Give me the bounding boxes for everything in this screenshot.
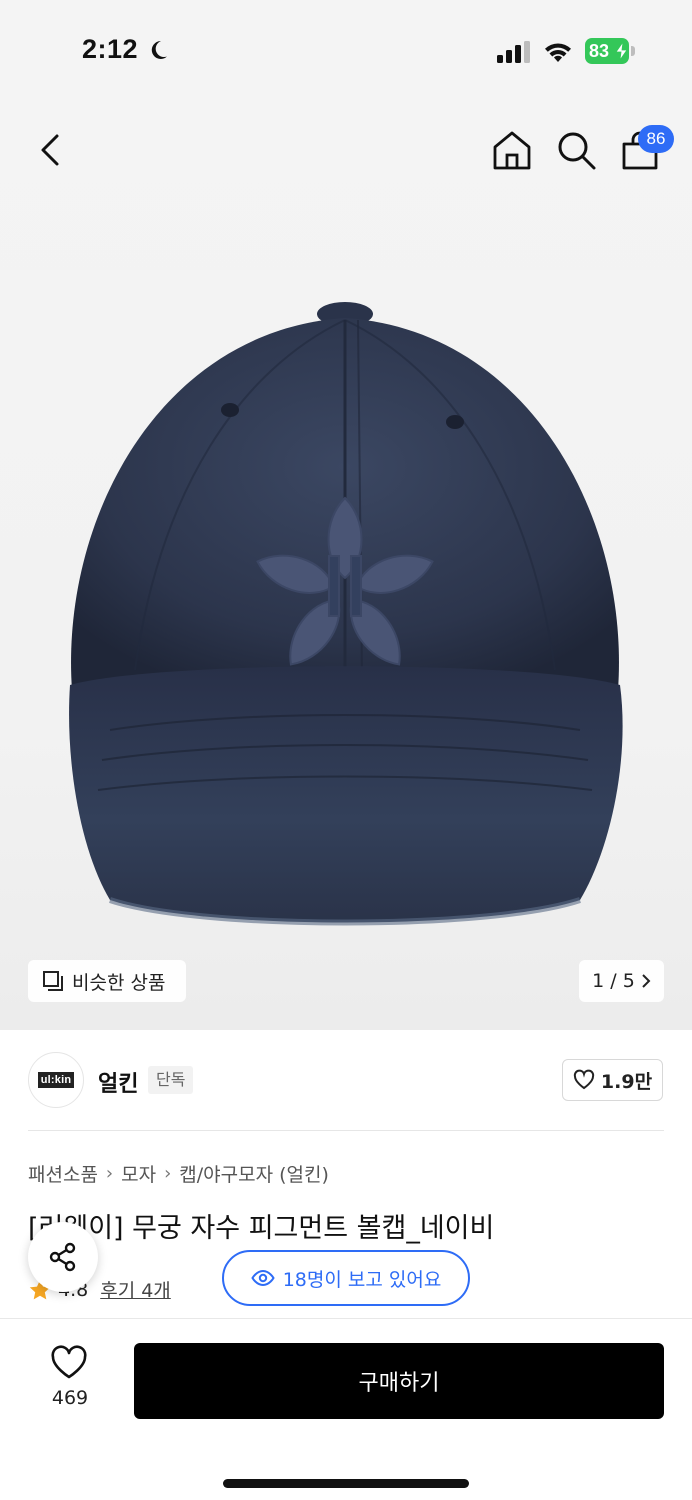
status-time: 2:12 bbox=[82, 34, 139, 64]
brand-like-button[interactable]: 1.9만 bbox=[562, 1059, 663, 1101]
chevron-right-icon bbox=[642, 974, 651, 988]
status-bar: 2:12 83 bbox=[0, 0, 692, 100]
breadcrumb-item[interactable]: 패션소품 bbox=[28, 1160, 98, 1187]
chevron-right-icon: › bbox=[105, 1163, 114, 1184]
brand-like-count: 1.9만 bbox=[600, 1070, 653, 1093]
similar-products-label: 비슷한 상품 bbox=[72, 971, 166, 994]
search-icon[interactable] bbox=[554, 128, 598, 172]
live-viewers-badge: 18명이 보고 있어요 bbox=[222, 1250, 470, 1306]
wishlist-button[interactable]: 469 bbox=[30, 1345, 110, 1415]
product-image-gallery[interactable]: 2:12 83 86 비슷한 상품 1 / 5 bbox=[0, 0, 692, 1030]
exclusive-tag: 단독 bbox=[148, 1066, 194, 1094]
brand-logo-text: ul:kin bbox=[37, 1072, 75, 1088]
product-title: [러웨이] 무궁 자수 피그먼트 볼캡_네이비 bbox=[28, 1213, 495, 1244]
page-indicator-text: 1 / 5 bbox=[592, 970, 635, 992]
gallery-page-indicator[interactable]: 1 / 5 bbox=[579, 960, 664, 1002]
bottom-action-bar: 469 구매하기 bbox=[0, 1318, 692, 1500]
wishlist-count: 469 bbox=[51, 1387, 89, 1409]
share-icon bbox=[49, 1242, 76, 1272]
breadcrumb: 패션소품 › 모자 › 캡/야구모자 (얼킨) bbox=[28, 1160, 329, 1187]
product-photo-cap[interactable] bbox=[40, 290, 650, 940]
brand-name[interactable]: 얼킨 bbox=[98, 1066, 138, 1098]
heart-icon bbox=[51, 1345, 87, 1379]
reviews-link[interactable]: 후기 4개 bbox=[100, 1276, 171, 1303]
share-button[interactable] bbox=[28, 1222, 98, 1292]
cart-count-badge: 86 bbox=[638, 125, 674, 153]
live-viewers-text: 18명이 보고 있어요 bbox=[282, 1268, 442, 1291]
divider bbox=[28, 1130, 664, 1131]
home-icon[interactable] bbox=[490, 128, 534, 172]
similar-items-icon bbox=[43, 971, 63, 991]
back-icon[interactable] bbox=[30, 128, 70, 172]
battery-icon: 83 bbox=[585, 38, 635, 64]
home-indicator bbox=[223, 1479, 469, 1488]
chevron-right-icon: › bbox=[164, 1163, 172, 1184]
breadcrumb-item[interactable]: 캡/야구모자 (얼킨) bbox=[179, 1160, 329, 1187]
wifi-icon bbox=[545, 43, 571, 62]
similar-products-button[interactable]: 비슷한 상품 bbox=[28, 960, 186, 1002]
battery-level: 83 bbox=[589, 41, 610, 61]
moon-icon bbox=[151, 40, 167, 59]
cellular-signal-icon bbox=[497, 41, 530, 63]
heart-icon bbox=[573, 1069, 595, 1090]
eye-icon bbox=[251, 1269, 275, 1287]
breadcrumb-item[interactable]: 모자 bbox=[121, 1160, 156, 1187]
brand-row: ul:kin 얼킨 단독 1.9만 bbox=[0, 1030, 692, 1130]
brand-logo[interactable]: ul:kin bbox=[28, 1052, 84, 1108]
buy-button[interactable]: 구매하기 bbox=[134, 1343, 664, 1419]
